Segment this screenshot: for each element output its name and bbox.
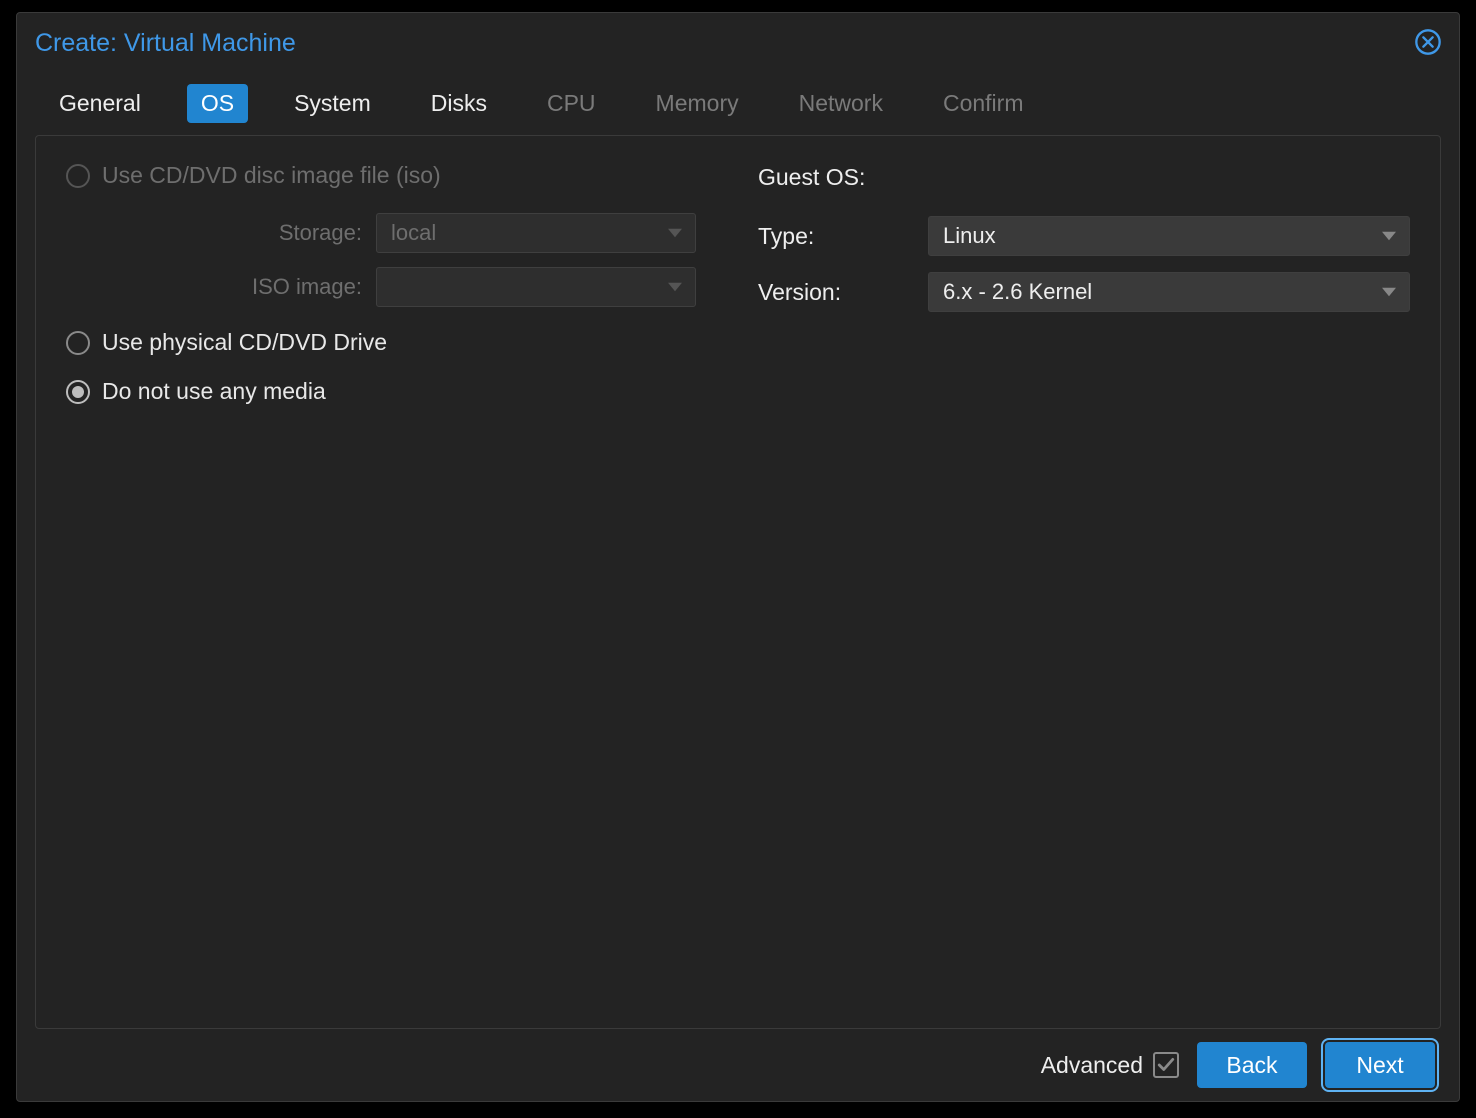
- chevron-down-icon: [667, 225, 683, 241]
- radio-icon: [66, 331, 90, 355]
- storage-select: local: [376, 213, 696, 253]
- guest-os-heading: Guest OS:: [758, 162, 1410, 192]
- dialog-title: Create: Virtual Machine: [35, 29, 296, 58]
- tab-system[interactable]: System: [280, 84, 385, 123]
- check-icon: [1157, 1056, 1175, 1074]
- tab-confirm: Confirm: [929, 84, 1038, 123]
- storage-label: Storage:: [66, 220, 376, 246]
- radio-use-physical-label: Use physical CD/DVD Drive: [102, 329, 387, 356]
- tab-os[interactable]: OS: [187, 84, 248, 123]
- type-label: Type:: [758, 223, 928, 250]
- radio-no-media-label: Do not use any media: [102, 378, 326, 405]
- radio-use-iso-label: Use CD/DVD disc image file (iso): [102, 162, 441, 189]
- advanced-checkbox: [1153, 1052, 1179, 1078]
- close-button[interactable]: [1413, 27, 1443, 57]
- close-icon: [1414, 28, 1442, 56]
- tab-general[interactable]: General: [45, 84, 155, 123]
- version-select[interactable]: 6.x - 2.6 Kernel: [928, 272, 1410, 312]
- radio-icon: [66, 164, 90, 188]
- create-vm-dialog: Create: Virtual Machine General OS Syste…: [16, 12, 1460, 1102]
- radio-no-media[interactable]: Do not use any media: [66, 378, 718, 405]
- tab-disks[interactable]: Disks: [417, 84, 501, 123]
- iso-image-label: ISO image:: [66, 274, 376, 300]
- wizard-tabbar: General OS System Disks CPU Memory Netwo…: [17, 73, 1459, 133]
- advanced-toggle[interactable]: Advanced: [1041, 1052, 1179, 1079]
- storage-row: Storage: local: [66, 211, 718, 255]
- iso-image-select: [376, 267, 696, 307]
- tab-memory: Memory: [642, 84, 753, 123]
- next-button[interactable]: Next: [1325, 1042, 1435, 1088]
- chevron-down-icon: [1381, 284, 1397, 300]
- dialog-header: Create: Virtual Machine: [17, 13, 1459, 73]
- guest-os-column: Guest OS: Type: Linux Version: 6.x - 2.6…: [758, 162, 1410, 427]
- radio-use-iso[interactable]: Use CD/DVD disc image file (iso): [66, 162, 718, 189]
- back-button[interactable]: Back: [1197, 1042, 1307, 1088]
- version-value: 6.x - 2.6 Kernel: [943, 279, 1092, 305]
- radio-use-physical[interactable]: Use physical CD/DVD Drive: [66, 329, 718, 356]
- version-row: Version: 6.x - 2.6 Kernel: [758, 270, 1410, 314]
- dialog-footer: Advanced Back Next: [17, 1029, 1459, 1101]
- tab-cpu: CPU: [533, 84, 610, 123]
- type-select[interactable]: Linux: [928, 216, 1410, 256]
- version-label: Version:: [758, 279, 928, 306]
- chevron-down-icon: [1381, 228, 1397, 244]
- media-column: Use CD/DVD disc image file (iso) Storage…: [66, 162, 718, 427]
- tab-network: Network: [785, 84, 897, 123]
- chevron-down-icon: [667, 279, 683, 295]
- storage-value: local: [391, 220, 436, 246]
- type-row: Type: Linux: [758, 214, 1410, 258]
- iso-image-row: ISO image:: [66, 265, 718, 309]
- content-frame: Use CD/DVD disc image file (iso) Storage…: [35, 135, 1441, 1029]
- radio-icon: [66, 380, 90, 404]
- type-value: Linux: [943, 223, 996, 249]
- advanced-label: Advanced: [1041, 1052, 1143, 1079]
